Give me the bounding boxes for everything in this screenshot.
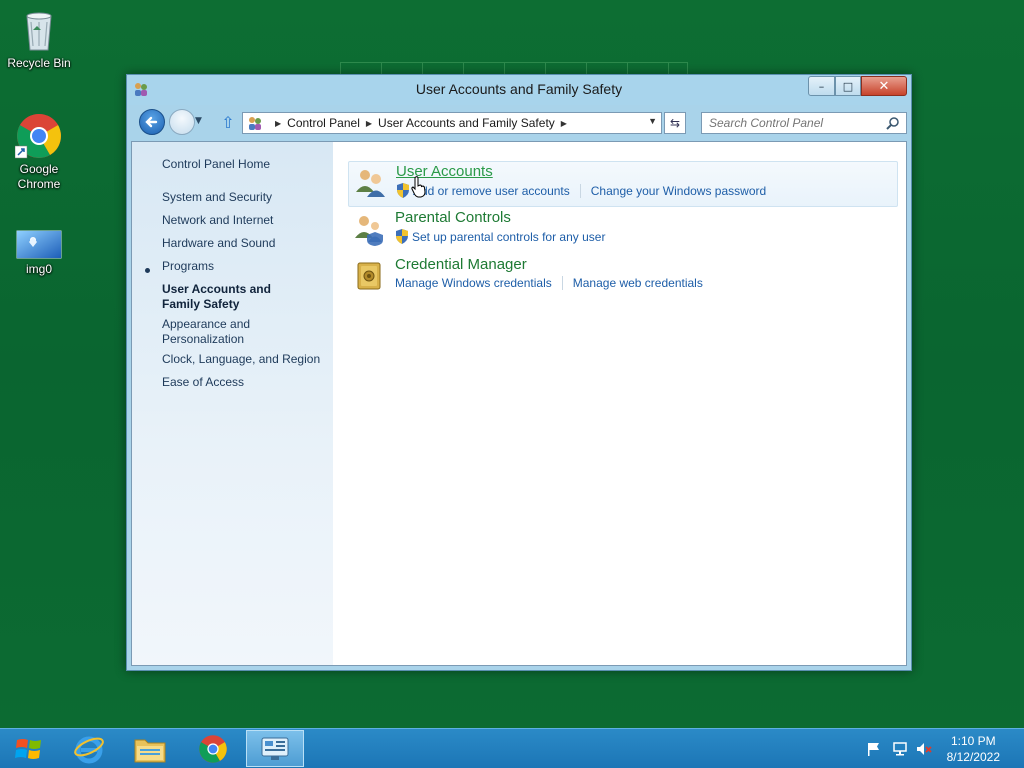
breadcrumb-separator-icon[interactable]: ▶ <box>366 119 372 128</box>
back-button[interactable] <box>139 109 165 135</box>
taskbar-google-chrome[interactable] <box>184 730 242 767</box>
search-icon[interactable] <box>886 116 900 130</box>
control-panel-icon <box>261 737 289 760</box>
chrome-icon <box>14 112 63 160</box>
navigation-bar: ▼ ⇧ ▶ Control Panel ▶ User Accounts and … <box>127 107 911 137</box>
category-credential-manager: Credential Manager Manage Windows creden… <box>348 255 898 301</box>
start-button[interactable] <box>0 730 58 767</box>
breadcrumb-separator-icon[interactable]: ▶ <box>275 119 281 128</box>
parental-controls-icon <box>355 216 383 246</box>
desktop-icon-img0[interactable]: img0 <box>0 228 78 277</box>
taskbar-control-panel[interactable] <box>246 730 304 767</box>
taskbar-file-explorer[interactable] <box>121 730 179 767</box>
chrome-icon <box>199 734 227 763</box>
vault-icon <box>357 262 381 290</box>
minimize-button[interactable]: – <box>808 76 835 96</box>
forward-button[interactable] <box>169 109 195 135</box>
volume-muted-icon[interactable] <box>916 741 932 757</box>
up-arrow-icon[interactable]: ⇧ <box>219 114 237 132</box>
minimize-icon: – <box>818 79 825 93</box>
refresh-icon: ⇆ <box>669 116 681 130</box>
window-title: User Accounts and Family Safety <box>415 81 623 97</box>
search-box[interactable] <box>701 112 907 134</box>
folder-icon <box>134 739 166 762</box>
active-item-bullet-icon <box>145 268 150 273</box>
link-manage-web-credentials[interactable]: Manage web credentials <box>573 276 703 290</box>
nav-appearance-personalization[interactable]: Appearance and Personalization <box>162 317 272 347</box>
main-pane: User Accounts Add or remove user account… <box>333 142 906 665</box>
address-bar[interactable]: ▶ Control Panel ▶ User Accounts and Fami… <box>242 112 662 134</box>
refresh-button[interactable]: ⇆ <box>664 112 686 134</box>
category-parental-controls: Parental Controls Set up parental contro… <box>348 208 898 254</box>
nav-network-and-internet[interactable]: Network and Internet <box>162 213 327 228</box>
control-panel-window: User Accounts and Family Safety – □ ✕ ▼ … <box>126 74 912 671</box>
breadcrumb-control-panel[interactable]: Control Panel <box>287 116 360 130</box>
control-panel-icon <box>249 117 261 130</box>
link-divider <box>579 183 581 198</box>
title-bar[interactable]: User Accounts and Family Safety – □ ✕ <box>127 75 911 105</box>
close-button[interactable]: ✕ <box>861 76 907 96</box>
taskbar-internet-explorer[interactable] <box>60 730 118 767</box>
maximize-button[interactable]: □ <box>835 76 861 96</box>
uac-shield-icon <box>397 183 409 198</box>
clock-time: 1:10 PM <box>950 734 996 748</box>
users-icon <box>356 170 385 197</box>
nav-ease-of-access[interactable]: Ease of Access <box>162 375 327 390</box>
nav-control-panel-home[interactable]: Control Panel Home <box>162 157 327 172</box>
nav-user-accounts-family-safety[interactable]: User Accounts and Family Safety <box>162 282 312 312</box>
nav-system-and-security[interactable]: System and Security <box>162 190 327 205</box>
desktop-icon-recycle-bin[interactable]: Recycle Bin <box>0 6 78 71</box>
category-user-accounts: User Accounts Add or remove user account… <box>348 161 898 207</box>
desktop-icon-label: Recycle Bin <box>7 56 71 70</box>
desktop-icon-label: img0 <box>25 262 52 276</box>
nav-hardware-and-sound[interactable]: Hardware and Sound <box>162 236 327 251</box>
close-icon: ✕ <box>878 78 890 94</box>
link-divider <box>561 276 563 290</box>
nav-programs[interactable]: Programs <box>162 259 327 274</box>
left-navigation-pane: Control Panel Home System and Security N… <box>132 142 333 665</box>
chevron-down-icon[interactable]: ▼ <box>195 116 207 128</box>
search-input[interactable] <box>702 113 882 133</box>
clock-date: 8/12/2022 <box>946 750 1000 764</box>
arrow-left-icon <box>145 116 158 128</box>
link-manage-windows-credentials[interactable]: Manage Windows credentials <box>395 276 552 290</box>
address-dropdown-icon[interactable]: ▼ <box>648 116 657 126</box>
client-area: Control Panel Home System and Security N… <box>131 141 907 666</box>
category-title[interactable]: Credential Manager <box>395 256 527 273</box>
system-clock[interactable]: 1:10 PM 8/12/2022 <box>947 733 1000 765</box>
link-change-windows-password[interactable]: Change your Windows password <box>591 184 766 198</box>
link-set-up-parental-controls[interactable]: Set up parental controls for any user <box>412 230 605 244</box>
taskbar: 1:10 PM 8/12/2022 <box>0 728 1024 768</box>
category-title[interactable]: Parental Controls <box>395 209 511 226</box>
desktop-icon-label: Google Chrome <box>17 162 61 191</box>
windows-logo-icon <box>15 738 41 759</box>
internet-explorer-icon <box>74 736 104 763</box>
recycle-bin-icon <box>15 6 63 54</box>
desktop-icon-google-chrome[interactable]: Google Chrome <box>0 112 78 192</box>
image-file-icon <box>15 228 63 260</box>
uac-shield-icon <box>396 229 408 244</box>
nav-clock-language-region[interactable]: Clock, Language, and Region <box>162 352 327 367</box>
breadcrumb-separator-icon[interactable]: ▶ <box>561 119 567 128</box>
link-add-remove-user-accounts[interactable]: Add or remove user accounts <box>413 184 570 198</box>
hand-cursor-icon <box>411 176 426 198</box>
breadcrumb-user-accounts[interactable]: User Accounts and Family Safety <box>378 116 555 130</box>
network-icon[interactable] <box>892 741 908 757</box>
maximize-icon: □ <box>842 79 854 93</box>
action-center-flag-icon[interactable] <box>866 741 882 757</box>
